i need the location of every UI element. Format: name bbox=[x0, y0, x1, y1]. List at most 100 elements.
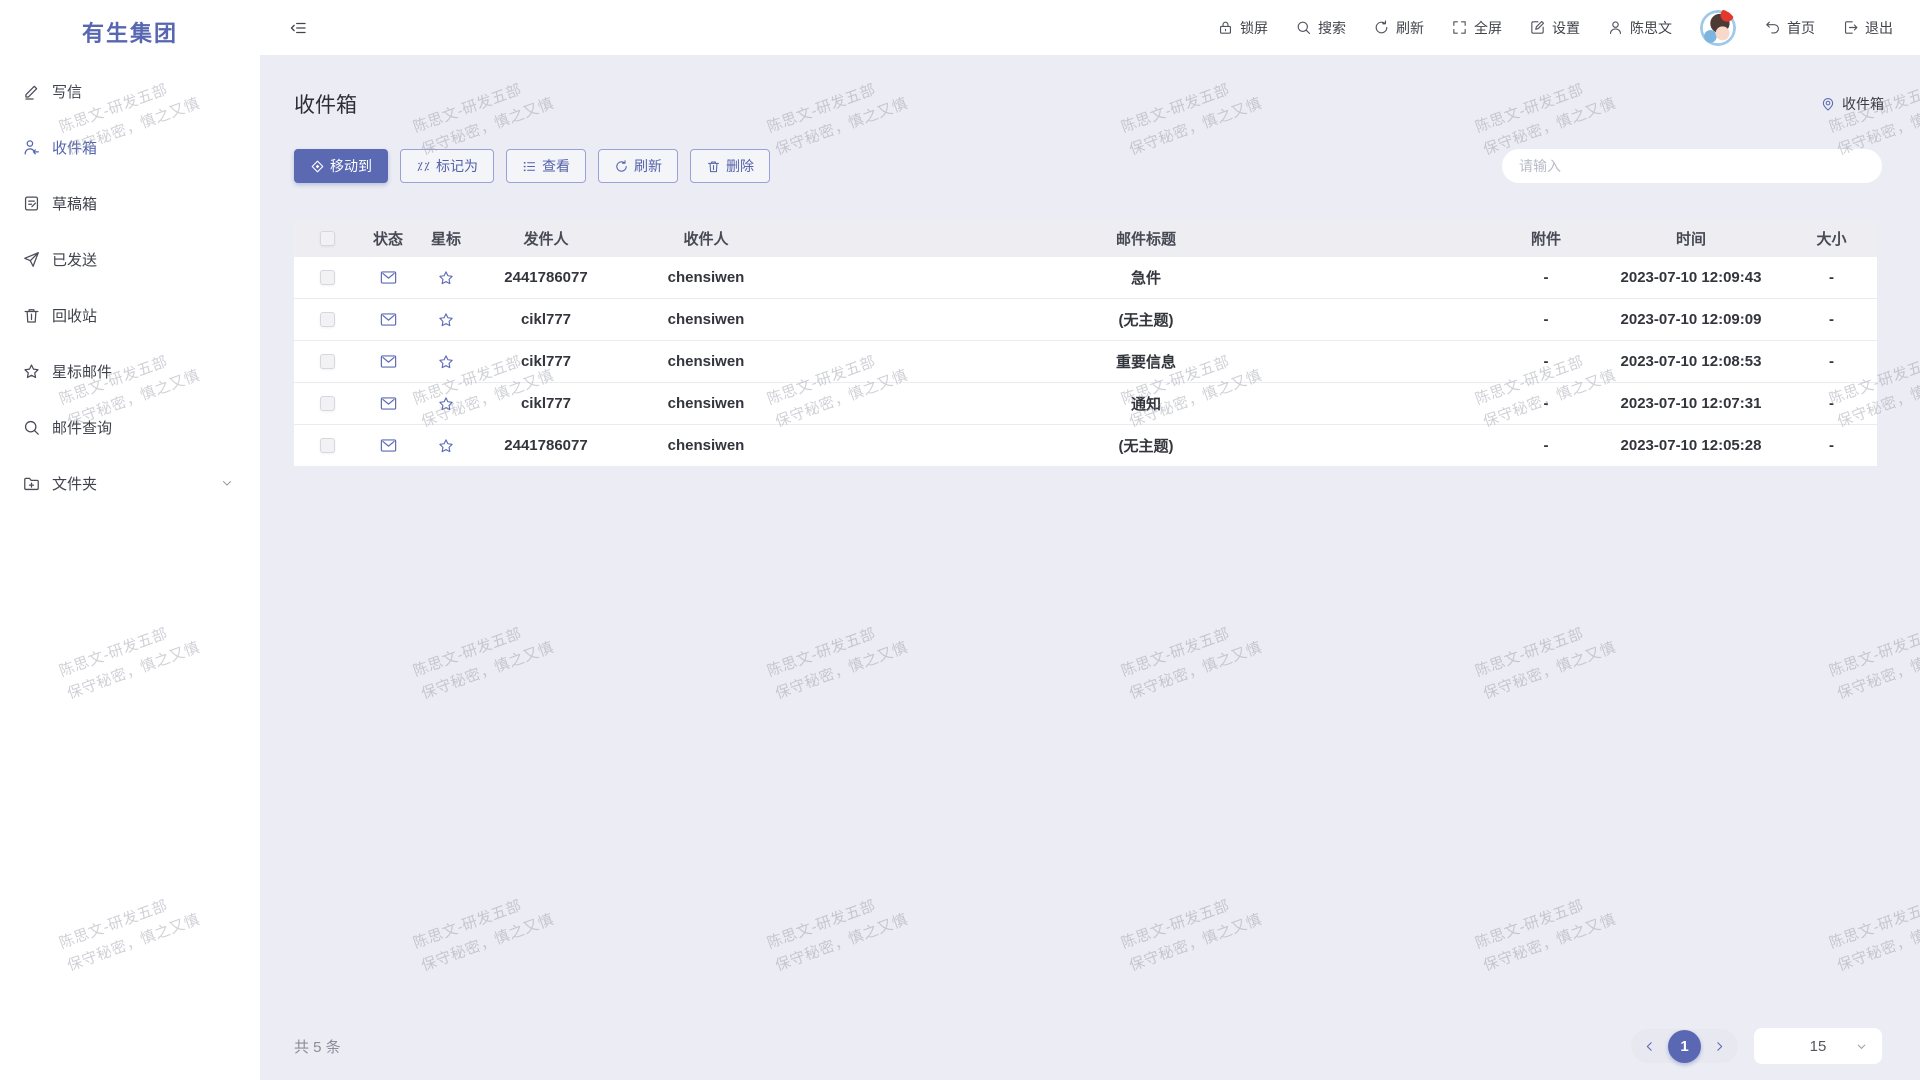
sidebar-item-inbox[interactable]: 收件箱 bbox=[0, 119, 260, 175]
table-row[interactable]: 2441786077 chensiwen (无主题) - 2023-07-10 … bbox=[294, 425, 1877, 467]
select-all-checkbox[interactable] bbox=[320, 231, 335, 246]
folder-plus-icon bbox=[22, 474, 41, 493]
chevron-down-icon[interactable] bbox=[220, 476, 234, 490]
user-icon bbox=[1607, 19, 1624, 36]
envelope-icon[interactable] bbox=[360, 394, 416, 413]
star-icon[interactable] bbox=[416, 269, 476, 287]
sidebar-item-label: 星标邮件 bbox=[52, 361, 112, 382]
fullscreen-icon bbox=[1451, 19, 1468, 36]
table-row[interactable]: cikl777 chensiwen 重要信息 - 2023-07-10 12:0… bbox=[294, 341, 1877, 383]
cell-size: - bbox=[1786, 353, 1877, 370]
sidebar-item-label: 已发送 bbox=[52, 249, 97, 270]
home-label: 首页 bbox=[1787, 18, 1815, 38]
cell-size: - bbox=[1786, 437, 1877, 454]
row-checkbox[interactable] bbox=[320, 396, 335, 411]
refresh-button[interactable]: 刷新 bbox=[1373, 18, 1424, 38]
sidebar-item-label: 回收站 bbox=[52, 305, 97, 326]
move-to-button[interactable]: 移动到 bbox=[294, 149, 388, 183]
envelope-icon[interactable] bbox=[360, 436, 416, 455]
settings-label: 设置 bbox=[1552, 18, 1580, 38]
search-icon bbox=[22, 418, 41, 437]
sidebar-item-compose[interactable]: 写信 bbox=[0, 63, 260, 119]
sidebar-item-mail-search[interactable]: 邮件查询 bbox=[0, 399, 260, 455]
total-count: 共 5 条 bbox=[294, 1036, 341, 1057]
cell-subject: (无主题) bbox=[796, 309, 1496, 330]
cell-attachment: - bbox=[1496, 269, 1596, 286]
logout-button[interactable]: 退出 bbox=[1842, 18, 1893, 38]
search-button[interactable]: 搜索 bbox=[1295, 18, 1346, 38]
table-header-row: 状态 星标 发件人 收件人 邮件标题 附件 时间 大小 bbox=[294, 220, 1877, 257]
row-checkbox[interactable] bbox=[320, 438, 335, 453]
trash-icon bbox=[22, 306, 41, 325]
star-icon[interactable] bbox=[416, 395, 476, 413]
table-row[interactable]: 2441786077 chensiwen 急件 - 2023-07-10 12:… bbox=[294, 257, 1877, 299]
sidebar-item-label: 收件箱 bbox=[52, 137, 97, 158]
cell-recipient: chensiwen bbox=[616, 353, 796, 370]
search-input[interactable] bbox=[1502, 149, 1882, 183]
logout-icon bbox=[1842, 19, 1859, 36]
refresh-icon bbox=[614, 159, 629, 174]
home-button[interactable]: 首页 bbox=[1764, 18, 1815, 38]
chevron-down-icon bbox=[1855, 1040, 1868, 1053]
sidebar-item-label: 邮件查询 bbox=[52, 417, 112, 438]
table-row[interactable]: cikl777 chensiwen (无主题) - 2023-07-10 12:… bbox=[294, 299, 1877, 341]
table-row[interactable]: cikl777 chensiwen 通知 - 2023-07-10 12:07:… bbox=[294, 383, 1877, 425]
star-icon[interactable] bbox=[416, 437, 476, 455]
envelope-icon[interactable] bbox=[360, 352, 416, 371]
undo-arrow-icon bbox=[1764, 19, 1781, 36]
cell-sender: 2441786077 bbox=[476, 437, 616, 454]
row-checkbox[interactable] bbox=[320, 270, 335, 285]
col-star: 星标 bbox=[416, 228, 476, 249]
cell-subject: 急件 bbox=[796, 267, 1496, 288]
cell-recipient: chensiwen bbox=[616, 269, 796, 286]
page-number-button[interactable]: 1 bbox=[1668, 1030, 1701, 1063]
page-pill: 1 bbox=[1631, 1029, 1738, 1063]
avatar[interactable] bbox=[1699, 9, 1737, 47]
cell-size: - bbox=[1786, 269, 1877, 286]
fullscreen-button[interactable]: 全屏 bbox=[1451, 18, 1502, 38]
delete-label: 删除 bbox=[726, 156, 754, 176]
breadcrumb[interactable]: 收件箱 bbox=[1820, 94, 1884, 114]
col-subject: 邮件标题 bbox=[796, 228, 1496, 249]
sidebar-item-label: 写信 bbox=[52, 81, 82, 102]
location-pin-icon bbox=[1820, 96, 1836, 112]
lock-screen-button[interactable]: 锁屏 bbox=[1217, 18, 1268, 38]
sidebar-item-trash[interactable]: 回收站 bbox=[0, 287, 260, 343]
delete-button[interactable]: 删除 bbox=[690, 149, 770, 183]
search-label: 搜索 bbox=[1318, 18, 1346, 38]
cell-attachment: - bbox=[1496, 395, 1596, 412]
row-checkbox[interactable] bbox=[320, 354, 335, 369]
view-button[interactable]: 查看 bbox=[506, 149, 586, 183]
col-status: 状态 bbox=[360, 228, 416, 249]
menu-fold-icon[interactable] bbox=[290, 19, 308, 37]
search-icon bbox=[1295, 19, 1312, 36]
mark-as-button[interactable]: 标记为 bbox=[400, 149, 494, 183]
sidebar-item-folders[interactable]: 文件夹 bbox=[0, 455, 260, 511]
paper-plane-icon bbox=[22, 250, 41, 269]
refresh-list-button[interactable]: 刷新 bbox=[598, 149, 678, 183]
cell-time: 2023-07-10 12:07:31 bbox=[1596, 395, 1786, 412]
page-size-select[interactable]: 15 bbox=[1754, 1028, 1882, 1064]
col-size: 大小 bbox=[1786, 228, 1877, 249]
sidebar-item-label: 文件夹 bbox=[52, 473, 97, 494]
sidebar-item-drafts[interactable]: 草稿箱 bbox=[0, 175, 260, 231]
sidebar: 有生集团 写信 收件箱 草稿箱 已发送 回收站 星标邮件 邮件查询 bbox=[0, 0, 260, 1080]
cell-time: 2023-07-10 12:08:53 bbox=[1596, 353, 1786, 370]
settings-icon bbox=[1529, 19, 1546, 36]
star-icon[interactable] bbox=[416, 353, 476, 371]
sidebar-item-starred[interactable]: 星标邮件 bbox=[0, 343, 260, 399]
settings-button[interactable]: 设置 bbox=[1529, 18, 1580, 38]
sidebar-item-sent[interactable]: 已发送 bbox=[0, 231, 260, 287]
next-page-icon[interactable] bbox=[1713, 1040, 1726, 1053]
breadcrumb-label: 收件箱 bbox=[1842, 94, 1884, 114]
toolbar: 移动到 标记为 查看 刷新 删除 bbox=[294, 149, 770, 183]
row-checkbox[interactable] bbox=[320, 312, 335, 327]
cell-attachment: - bbox=[1496, 353, 1596, 370]
prev-page-icon[interactable] bbox=[1643, 1040, 1656, 1053]
envelope-icon[interactable] bbox=[360, 268, 416, 287]
logout-label: 退出 bbox=[1865, 18, 1893, 38]
envelope-icon[interactable] bbox=[360, 310, 416, 329]
mark-icon bbox=[416, 159, 431, 174]
star-icon[interactable] bbox=[416, 311, 476, 329]
user-menu[interactable]: 陈思文 bbox=[1607, 18, 1672, 38]
